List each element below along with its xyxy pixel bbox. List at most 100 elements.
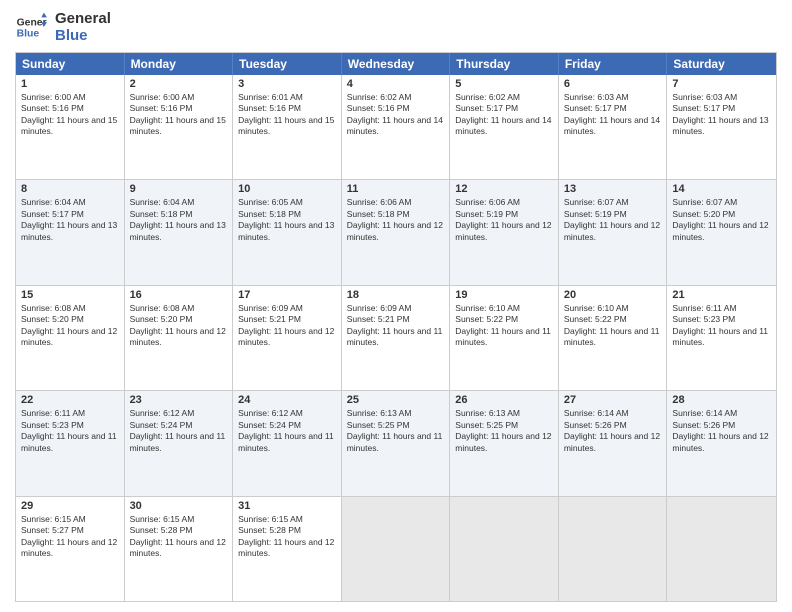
day-number: 18 [347, 289, 445, 301]
day-cell-27: 27Sunrise: 6:14 AMSunset: 5:26 PMDayligh… [559, 391, 668, 495]
day-cell-3: 3Sunrise: 6:01 AMSunset: 5:16 PMDaylight… [233, 75, 342, 179]
day-info: Sunrise: 6:07 AMSunset: 5:20 PMDaylight:… [672, 197, 771, 243]
day-number: 10 [238, 183, 336, 195]
header-day-monday: Monday [125, 53, 234, 75]
day-number: 29 [21, 500, 119, 512]
empty-cell [667, 497, 776, 601]
day-info: Sunrise: 6:11 AMSunset: 5:23 PMDaylight:… [672, 303, 771, 349]
week-row-5: 29 Sunrise: 6:15 AMSunset: 5:27 PMDayligh… [16, 496, 776, 601]
day-number: 24 [238, 394, 336, 406]
header-day-tuesday: Tuesday [233, 53, 342, 75]
day-info: Sunrise: 6:04 AMSunset: 5:17 PMDaylight:… [21, 197, 119, 243]
day-number: 26 [455, 394, 553, 406]
day-info: Sunrise: 6:10 AMSunset: 5:22 PMDaylight:… [455, 303, 553, 349]
day-cell-25: 25 Sunrise: 6:13 AMSunset: 5:25 PMDayligh… [342, 391, 451, 495]
day-info: Sunrise: 6:12 AMSunset: 5:24 PMDaylight:… [130, 408, 228, 454]
day-info: Sunrise: 6:02 AMSunset: 5:17 PMDaylight:… [455, 92, 553, 138]
day-number: 28 [672, 394, 771, 406]
header-day-wednesday: Wednesday [342, 53, 451, 75]
day-info: Sunrise: 6:01 AMSunset: 5:16 PMDaylight:… [238, 92, 336, 138]
day-number: 27 [564, 394, 662, 406]
header-day-thursday: Thursday [450, 53, 559, 75]
day-number: 11 [347, 183, 445, 195]
empty-cell [450, 497, 559, 601]
day-cell-17: 17 Sunrise: 6:09 AMSunset: 5:21 PMDayligh… [233, 286, 342, 390]
day-info: Sunrise: 6:08 AMSunset: 5:20 PMDaylight:… [130, 303, 228, 349]
day-cell-8: 8 Sunrise: 6:04 AMSunset: 5:17 PMDaylight… [16, 180, 125, 284]
empty-cell [559, 497, 668, 601]
day-cell-30: 30 Sunrise: 6:15 AMSunset: 5:28 PMDayligh… [125, 497, 234, 601]
day-cell-13: 13Sunrise: 6:07 AMSunset: 5:19 PMDayligh… [559, 180, 668, 284]
day-info: Sunrise: 6:11 AMSunset: 5:23 PMDaylight:… [21, 408, 119, 454]
day-info: Sunrise: 6:12 AMSunset: 5:24 PMDaylight:… [238, 408, 336, 454]
day-info: Sunrise: 6:04 AMSunset: 5:18 PMDaylight:… [130, 197, 228, 243]
day-cell-26: 26 Sunrise: 6:13 AMSunset: 5:25 PMDayligh… [450, 391, 559, 495]
day-cell-10: 10 Sunrise: 6:05 AMSunset: 5:18 PMDayligh… [233, 180, 342, 284]
day-info: Sunrise: 6:06 AMSunset: 5:18 PMDaylight:… [347, 197, 445, 243]
day-number: 25 [347, 394, 445, 406]
logo-icon: General Blue [15, 11, 47, 43]
calendar-header: SundayMondayTuesdayWednesdayThursdayFrid… [16, 53, 776, 75]
day-cell-28: 28Sunrise: 6:14 AMSunset: 5:26 PMDayligh… [667, 391, 776, 495]
day-number: 20 [564, 289, 662, 301]
day-info: Sunrise: 6:09 AMSunset: 5:21 PMDaylight:… [347, 303, 445, 349]
logo: General Blue General Blue [15, 10, 111, 44]
day-number: 2 [130, 78, 228, 90]
day-cell-24: 24 Sunrise: 6:12 AMSunset: 5:24 PMDayligh… [233, 391, 342, 495]
page: General Blue General Blue SundayMondayTu… [0, 0, 792, 612]
day-cell-2: 2 Sunrise: 6:00 AMSunset: 5:16 PMDaylight… [125, 75, 234, 179]
day-info: Sunrise: 6:15 AMSunset: 5:28 PMDaylight:… [238, 514, 336, 560]
day-cell-19: 19Sunrise: 6:10 AMSunset: 5:22 PMDayligh… [450, 286, 559, 390]
week-row-4: 22Sunrise: 6:11 AMSunset: 5:23 PMDayligh… [16, 390, 776, 495]
day-number: 8 [21, 183, 119, 195]
day-info: Sunrise: 6:10 AMSunset: 5:22 PMDaylight:… [564, 303, 662, 349]
header-day-friday: Friday [559, 53, 668, 75]
day-cell-18: 18 Sunrise: 6:09 AMSunset: 5:21 PMDayligh… [342, 286, 451, 390]
week-row-3: 15Sunrise: 6:08 AMSunset: 5:20 PMDayligh… [16, 285, 776, 390]
day-info: Sunrise: 6:03 AMSunset: 5:17 PMDaylight:… [564, 92, 662, 138]
day-cell-29: 29 Sunrise: 6:15 AMSunset: 5:27 PMDayligh… [16, 497, 125, 601]
week-row-2: 8 Sunrise: 6:04 AMSunset: 5:17 PMDaylight… [16, 179, 776, 284]
day-number: 6 [564, 78, 662, 90]
day-info: Sunrise: 6:00 AMSunset: 5:16 PMDaylight:… [130, 92, 228, 138]
empty-cell [342, 497, 451, 601]
logo-general: General [55, 10, 111, 27]
day-number: 13 [564, 183, 662, 195]
day-info: Sunrise: 6:02 AMSunset: 5:16 PMDaylight:… [347, 92, 445, 138]
day-number: 4 [347, 78, 445, 90]
day-number: 21 [672, 289, 771, 301]
day-info: Sunrise: 6:09 AMSunset: 5:21 PMDaylight:… [238, 303, 336, 349]
day-number: 30 [130, 500, 228, 512]
day-info: Sunrise: 6:13 AMSunset: 5:25 PMDaylight:… [455, 408, 553, 454]
day-number: 16 [130, 289, 228, 301]
day-info: Sunrise: 6:00 AMSunset: 5:16 PMDaylight:… [21, 92, 119, 138]
day-cell-5: 5Sunrise: 6:02 AMSunset: 5:17 PMDaylight… [450, 75, 559, 179]
day-cell-4: 4 Sunrise: 6:02 AMSunset: 5:16 PMDaylight… [342, 75, 451, 179]
day-number: 17 [238, 289, 336, 301]
day-cell-14: 14Sunrise: 6:07 AMSunset: 5:20 PMDayligh… [667, 180, 776, 284]
day-number: 23 [130, 394, 228, 406]
week-row-1: 1 Sunrise: 6:00 AMSunset: 5:16 PMDaylight… [16, 75, 776, 179]
calendar-body: 1 Sunrise: 6:00 AMSunset: 5:16 PMDaylight… [16, 75, 776, 601]
day-info: Sunrise: 6:15 AMSunset: 5:27 PMDaylight:… [21, 514, 119, 560]
day-info: Sunrise: 6:08 AMSunset: 5:20 PMDaylight:… [21, 303, 119, 349]
day-number: 1 [21, 78, 119, 90]
day-number: 9 [130, 183, 228, 195]
day-number: 12 [455, 183, 553, 195]
day-cell-20: 20 Sunrise: 6:10 AMSunset: 5:22 PMDayligh… [559, 286, 668, 390]
day-cell-16: 16 Sunrise: 6:08 AMSunset: 5:20 PMDayligh… [125, 286, 234, 390]
day-cell-9: 9 Sunrise: 6:04 AMSunset: 5:18 PMDaylight… [125, 180, 234, 284]
day-info: Sunrise: 6:13 AMSunset: 5:25 PMDaylight:… [347, 408, 445, 454]
day-cell-11: 11 Sunrise: 6:06 AMSunset: 5:18 PMDayligh… [342, 180, 451, 284]
header: General Blue General Blue [15, 10, 777, 44]
day-cell-21: 21 Sunrise: 6:11 AMSunset: 5:23 PMDayligh… [667, 286, 776, 390]
day-info: Sunrise: 6:06 AMSunset: 5:19 PMDaylight:… [455, 197, 553, 243]
day-cell-12: 12 Sunrise: 6:06 AMSunset: 5:19 PMDayligh… [450, 180, 559, 284]
day-info: Sunrise: 6:03 AMSunset: 5:17 PMDaylight:… [672, 92, 771, 138]
day-cell-1: 1 Sunrise: 6:00 AMSunset: 5:16 PMDaylight… [16, 75, 125, 179]
header-day-sunday: Sunday [16, 53, 125, 75]
day-number: 7 [672, 78, 771, 90]
calendar: SundayMondayTuesdayWednesdayThursdayFrid… [15, 52, 777, 602]
day-info: Sunrise: 6:15 AMSunset: 5:28 PMDaylight:… [130, 514, 228, 560]
day-info: Sunrise: 6:05 AMSunset: 5:18 PMDaylight:… [238, 197, 336, 243]
